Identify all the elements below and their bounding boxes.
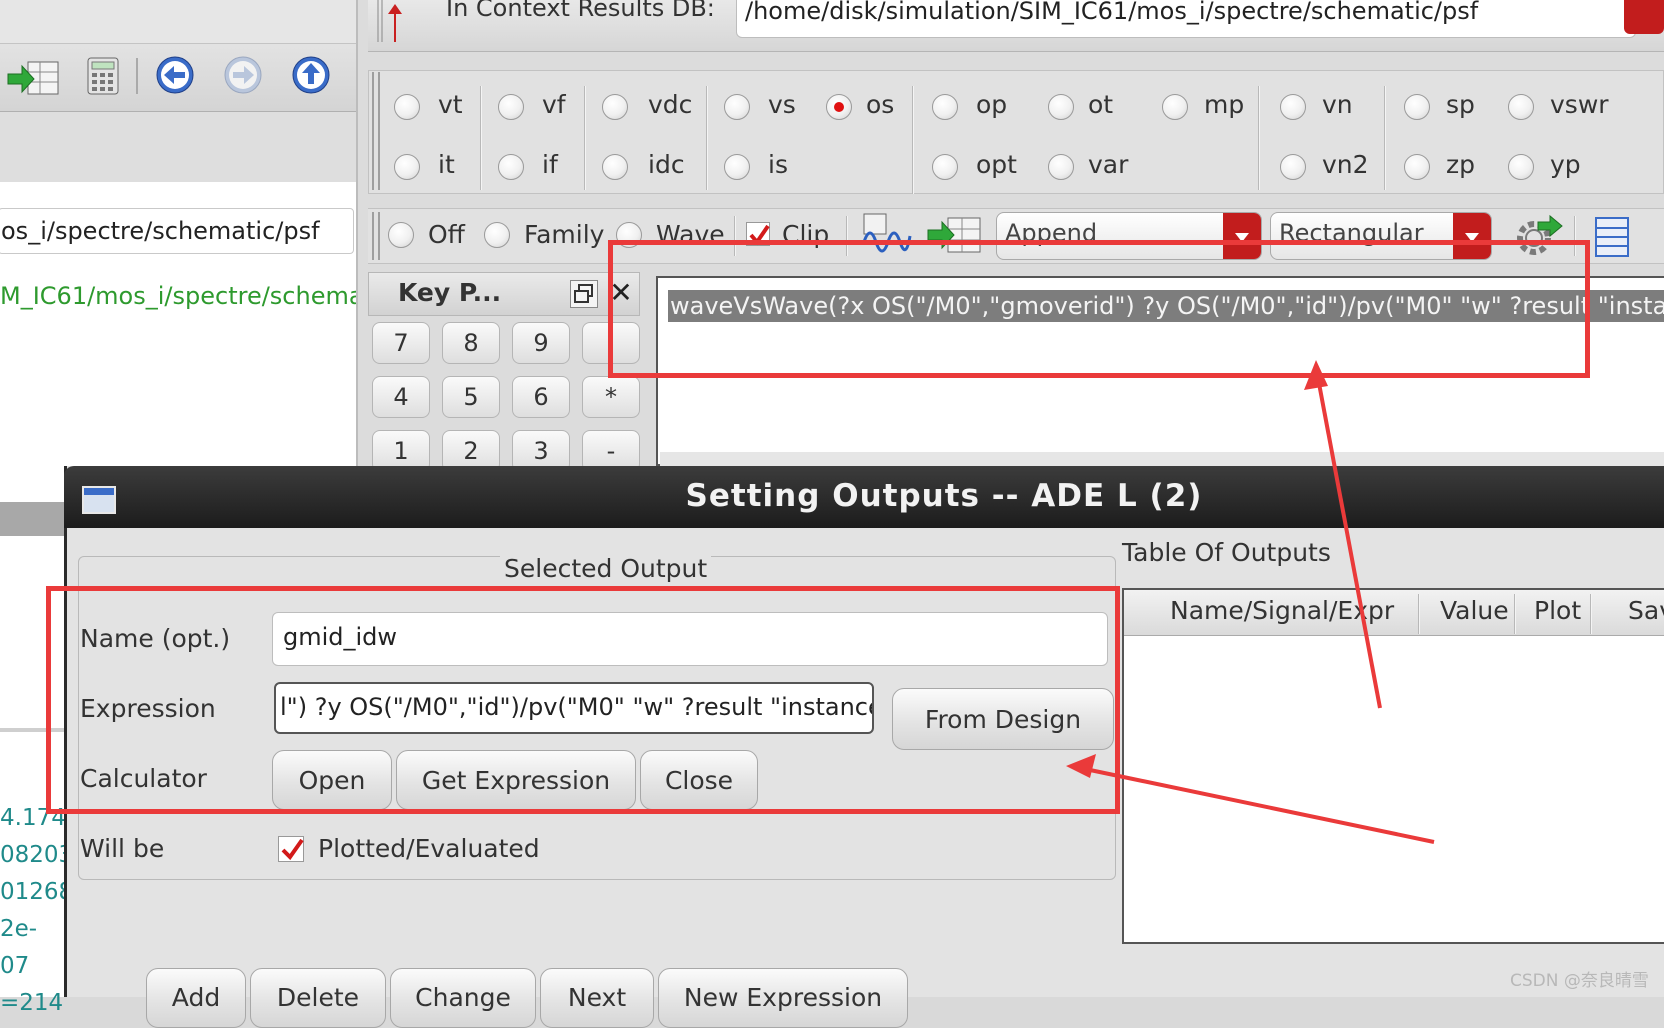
annotation-arrows bbox=[1066, 360, 1435, 844]
